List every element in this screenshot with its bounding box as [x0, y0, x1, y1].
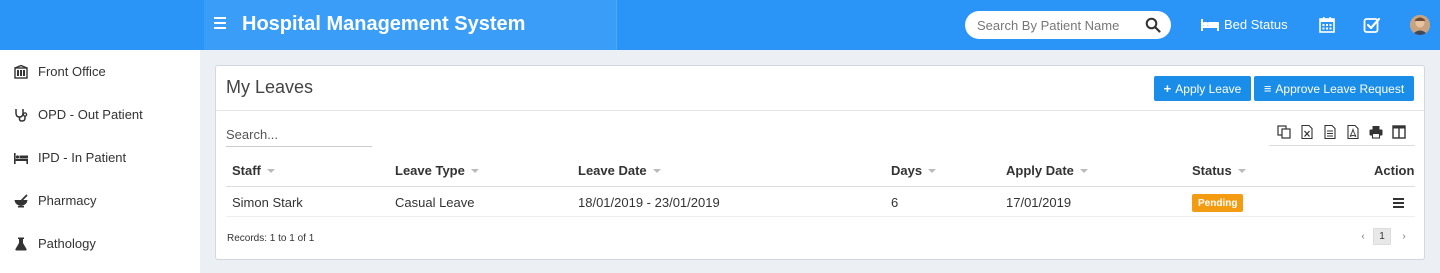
list-icon: ≡: [1263, 81, 1272, 96]
bed-icon: [14, 152, 28, 164]
sort-icon: [1237, 168, 1246, 173]
apply-leave-label: Apply Leave: [1175, 81, 1242, 96]
mortar-pestle-icon: [14, 194, 28, 207]
app-title: Hospital Management System: [242, 13, 526, 35]
excel-icon[interactable]: [1300, 125, 1314, 139]
bed-status-link[interactable]: Bed Status: [1201, 17, 1288, 32]
pagination-next[interactable]: ›: [1397, 228, 1411, 245]
pagination-prev[interactable]: ‹: [1356, 228, 1370, 245]
apply-leave-button[interactable]: + Apply Leave: [1154, 76, 1251, 101]
sidebar-item-label: IPD - In Patient: [38, 150, 127, 165]
plus-icon: +: [1163, 81, 1172, 96]
sidebar-item-label: OPD - Out Patient: [38, 107, 143, 122]
sidebar-item-opd[interactable]: OPD - Out Patient: [0, 93, 200, 136]
sidebar-item-label: Pharmacy: [38, 193, 97, 208]
sort-icon: [652, 168, 661, 173]
cell-staff: Simon Stark: [232, 195, 303, 210]
cell-days: 6: [891, 195, 899, 210]
sidebar-item-pathology[interactable]: Pathology: [0, 222, 200, 265]
bed-icon: [1201, 18, 1219, 31]
sidebar-item-label: Pathology: [38, 236, 96, 251]
search-icon[interactable]: [1145, 17, 1161, 33]
pdf-icon[interactable]: [1346, 125, 1360, 139]
cell-apply-date: 17/01/2019: [1006, 195, 1072, 210]
column-header-apply-date[interactable]: Apply Date: [1006, 163, 1088, 178]
table-row-divider: [226, 216, 1415, 217]
sidebar-item-pharmacy[interactable]: Pharmacy: [0, 179, 200, 222]
column-header-action: Action: [1374, 163, 1415, 178]
records-count: Records: 1 to 1 of 1: [227, 233, 315, 244]
export-toolbar: [1269, 123, 1415, 146]
pagination-page-1[interactable]: 1: [1373, 228, 1391, 245]
patient-search-input[interactable]: [977, 16, 1137, 34]
approve-leave-request-button[interactable]: ≡ Approve Leave Request: [1254, 76, 1414, 101]
column-header-status[interactable]: Status: [1192, 163, 1246, 178]
sort-icon: [266, 168, 275, 173]
column-header-days[interactable]: Days: [891, 163, 937, 178]
print-icon[interactable]: [1369, 125, 1383, 139]
column-header-leave-type[interactable]: Leave Type: [395, 163, 479, 178]
top-navbar: Hospital Management System Bed Status: [0, 0, 1440, 50]
panel-title: My Leaves: [226, 77, 314, 97]
patient-search-box: [965, 11, 1171, 39]
cell-leave-date: 18/01/2019 - 23/01/2019: [578, 195, 720, 210]
panel-divider: [216, 110, 1424, 111]
cell-leave-type: Casual Leave: [395, 195, 475, 210]
calendar-icon[interactable]: [1318, 16, 1336, 34]
task-check-icon[interactable]: [1363, 16, 1381, 34]
front-office-icon: [14, 64, 28, 79]
sort-icon: [1079, 168, 1088, 173]
my-leaves-panel: My Leaves + Apply Leave ≡ Approve Leave …: [215, 65, 1425, 260]
user-avatar[interactable]: [1410, 15, 1430, 35]
sort-icon: [928, 168, 937, 173]
approve-leave-label: Approve Leave Request: [1275, 81, 1405, 96]
csv-icon[interactable]: [1323, 125, 1337, 139]
menu-icon[interactable]: [214, 17, 226, 31]
table-header-divider: [226, 186, 1415, 187]
column-header-staff[interactable]: Staff: [232, 163, 275, 178]
column-header-leave-date[interactable]: Leave Date: [578, 163, 661, 178]
sort-icon: [470, 168, 479, 173]
columns-icon[interactable]: [1392, 125, 1406, 139]
table-search-input[interactable]: [226, 124, 372, 144]
logo-area: [0, 0, 204, 50]
sidebar-item-front-office[interactable]: Front Office: [0, 50, 200, 93]
sidebar-item-ipd[interactable]: IPD - In Patient: [0, 136, 200, 179]
sidebar: Front Office OPD - Out Patient IPD - In …: [0, 50, 200, 273]
table-search: [226, 124, 372, 147]
row-action-menu-icon[interactable]: [1393, 198, 1404, 208]
copy-icon[interactable]: [1277, 125, 1291, 139]
stethoscope-icon: [15, 108, 28, 122]
status-badge: Pending: [1192, 194, 1244, 212]
bed-status-label: Bed Status: [1224, 17, 1288, 32]
flask-icon: [15, 237, 27, 250]
sidebar-item-label: Front Office: [38, 64, 106, 79]
